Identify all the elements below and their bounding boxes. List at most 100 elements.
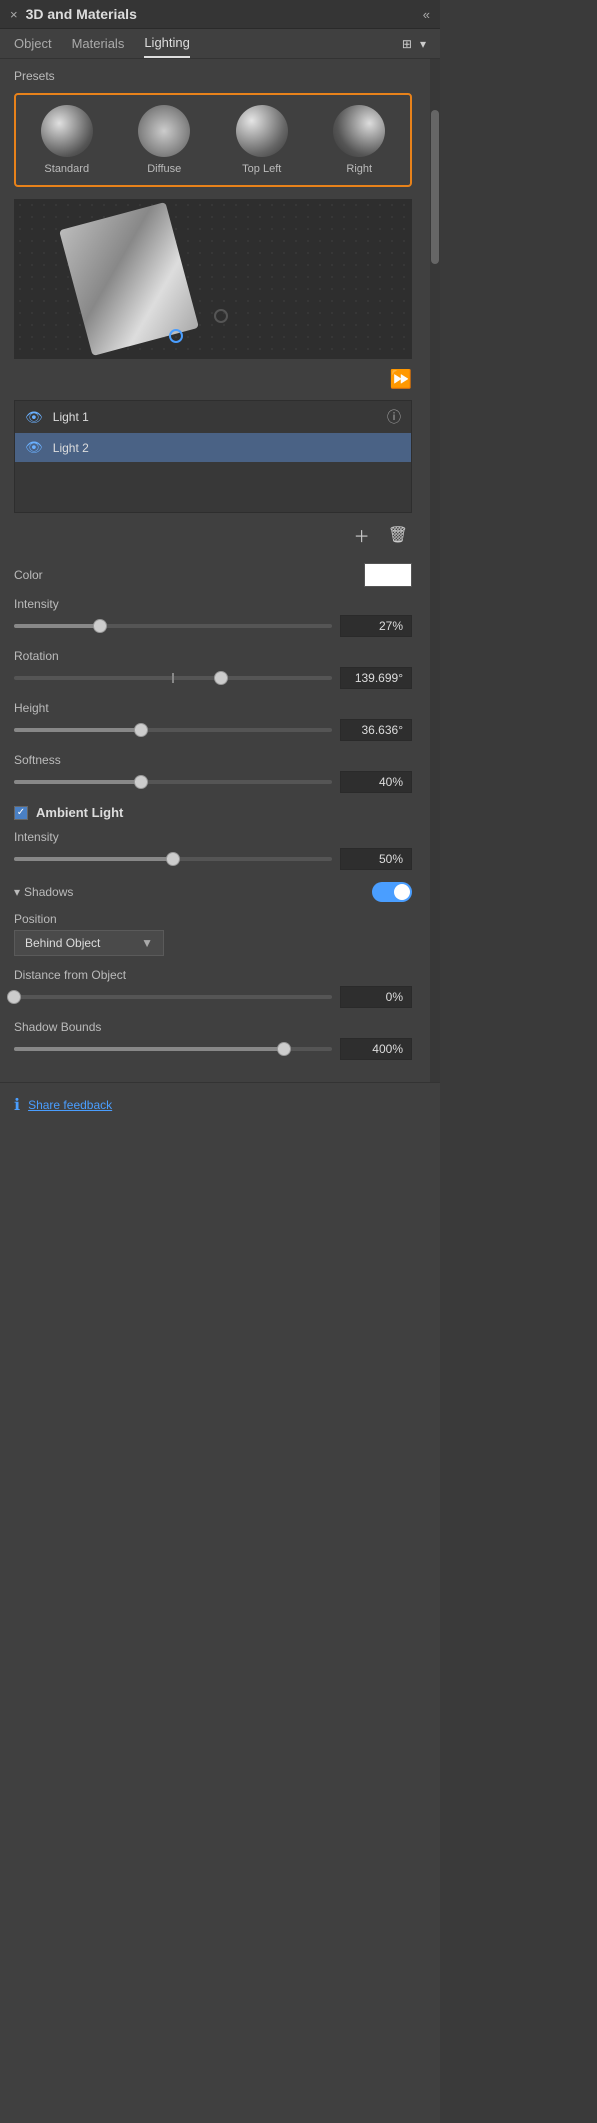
height-track[interactable] bbox=[14, 728, 332, 732]
checkbox-check-icon: ✓ bbox=[17, 807, 25, 818]
distance-value: 0% bbox=[340, 986, 412, 1008]
chevron-icon: ▾ bbox=[14, 885, 20, 899]
shadows-label: ▾ Shadows bbox=[14, 885, 73, 899]
preset-sphere-topleft bbox=[236, 105, 288, 157]
light-handle-blue[interactable] bbox=[169, 329, 183, 343]
ambient-checkbox[interactable]: ✓ bbox=[14, 806, 28, 820]
intensity-slider-row: 27% bbox=[14, 615, 412, 637]
tab-object[interactable]: Object bbox=[14, 36, 52, 57]
shadow-bounds-slider-row: 400% bbox=[14, 1038, 412, 1060]
rotation-thumb[interactable] bbox=[214, 671, 228, 685]
shadow-bounds-fill bbox=[14, 1047, 284, 1051]
intensity-thumb[interactable] bbox=[93, 619, 107, 633]
preset-label-diffuse: Diffuse bbox=[147, 163, 181, 175]
intensity-section: Intensity 27% bbox=[14, 597, 412, 637]
light-row-1[interactable]: 👁 Light 1 ⓘ bbox=[15, 401, 411, 433]
height-slider-row: 36.636° bbox=[14, 719, 412, 741]
toggle-knob bbox=[394, 884, 410, 900]
height-label: Height bbox=[14, 701, 412, 715]
rotation-track[interactable] bbox=[14, 676, 332, 680]
add-light-button[interactable]: ＋ bbox=[350, 521, 374, 549]
collapse-button[interactable]: « bbox=[423, 7, 430, 22]
ambient-intensity-section: Intensity 50% bbox=[14, 830, 412, 870]
tabs-bar: Object Materials Lighting ⊞ ▾ bbox=[0, 29, 440, 59]
distance-section: Distance from Object 0% bbox=[14, 968, 412, 1008]
color-swatch[interactable] bbox=[364, 563, 412, 587]
height-thumb[interactable] bbox=[134, 723, 148, 737]
distance-thumb[interactable] bbox=[7, 990, 21, 1004]
height-value: 36.636° bbox=[340, 719, 412, 741]
info-icon: ℹ bbox=[14, 1095, 20, 1115]
preset-sphere-right bbox=[333, 105, 385, 157]
main-content: Presets Standard Diffuse Top Left Right bbox=[0, 59, 426, 1082]
preset-standard[interactable]: Standard bbox=[41, 105, 93, 175]
light-preview[interactable] bbox=[14, 199, 412, 359]
preset-diffuse[interactable]: Diffuse bbox=[138, 105, 190, 175]
ambient-intensity-track[interactable] bbox=[14, 857, 332, 861]
delete-light-button[interactable]: 🗑 bbox=[384, 521, 412, 549]
ambient-header: ✓ Ambient Light bbox=[14, 805, 412, 820]
softness-label: Softness bbox=[14, 753, 412, 767]
tab-materials[interactable]: Materials bbox=[72, 36, 125, 57]
light-name-1: Light 1 bbox=[53, 410, 377, 424]
height-section: Height 36.636° bbox=[14, 701, 412, 741]
scrollbar-thumb[interactable] bbox=[431, 110, 439, 263]
position-section: Position Behind Object ▼ bbox=[14, 912, 412, 956]
shadows-toggle[interactable] bbox=[372, 882, 412, 902]
preset-label-topleft: Top Left bbox=[242, 163, 281, 175]
rotation-center-mark bbox=[172, 673, 174, 683]
distance-track[interactable] bbox=[14, 995, 332, 999]
close-button[interactable]: × bbox=[10, 7, 18, 22]
chevron-down-icon[interactable]: ▾ bbox=[420, 37, 426, 51]
light-row-2[interactable]: 👁 Light 2 bbox=[15, 433, 411, 462]
softness-track[interactable] bbox=[14, 780, 332, 784]
softness-thumb[interactable] bbox=[134, 775, 148, 789]
position-label: Position bbox=[14, 912, 412, 926]
rotation-value: 139.699° bbox=[340, 667, 412, 689]
ambient-intensity-slider-row: 50% bbox=[14, 848, 412, 870]
rotation-label: Rotation bbox=[14, 649, 412, 663]
shadow-bounds-value: 400% bbox=[340, 1038, 412, 1060]
light-eye-icon-1[interactable]: 👁 bbox=[25, 409, 43, 426]
feedback-row: ℹ Share feedback bbox=[0, 1082, 440, 1127]
dropdown-arrow-icon: ▼ bbox=[141, 936, 153, 950]
intensity-fill bbox=[14, 624, 100, 628]
title-bar-left: × 3D and Materials bbox=[10, 6, 137, 22]
intensity-track[interactable] bbox=[14, 624, 332, 628]
color-row: Color bbox=[14, 563, 412, 587]
presets-label: Presets bbox=[14, 69, 412, 83]
ambient-intensity-label: Intensity bbox=[14, 830, 412, 844]
distance-label: Distance from Object bbox=[14, 968, 412, 982]
light-warning-icon-1: ⓘ bbox=[387, 407, 401, 427]
preset-right[interactable]: Right bbox=[333, 105, 385, 175]
light-list-spacer bbox=[15, 462, 411, 512]
shadow-bounds-thumb[interactable] bbox=[277, 1042, 291, 1056]
shadow-bounds-section: Shadow Bounds 400% bbox=[14, 1020, 412, 1060]
scrollbar[interactable] bbox=[430, 59, 440, 1082]
ambient-intensity-value: 50% bbox=[340, 848, 412, 870]
position-dropdown[interactable]: Behind Object ▼ bbox=[14, 930, 164, 956]
softness-slider-row: 40% bbox=[14, 771, 412, 793]
ambient-label: Ambient Light bbox=[36, 805, 123, 820]
presets-container: Standard Diffuse Top Left Right bbox=[14, 93, 412, 187]
shadow-bounds-label: Shadow Bounds bbox=[14, 1020, 412, 1034]
light-handle-main[interactable] bbox=[214, 309, 228, 323]
preset-sphere-diffuse bbox=[138, 105, 190, 157]
shadow-bounds-track[interactable] bbox=[14, 1047, 332, 1051]
color-label: Color bbox=[14, 568, 94, 582]
distance-slider-row: 0% bbox=[14, 986, 412, 1008]
arrow-row: ⏩ bbox=[14, 369, 412, 390]
shadows-label-text: Shadows bbox=[24, 885, 73, 899]
light-eye-icon-2[interactable]: 👁 bbox=[25, 439, 43, 456]
preset-topleft[interactable]: Top Left bbox=[236, 105, 288, 175]
tab-lighting[interactable]: Lighting bbox=[144, 35, 190, 58]
title-bar: × 3D and Materials « bbox=[0, 0, 440, 29]
light-list: 👁 Light 1 ⓘ 👁 Light 2 bbox=[14, 400, 412, 513]
share-feedback-link[interactable]: Share feedback bbox=[28, 1098, 112, 1112]
position-value: Behind Object bbox=[25, 936, 100, 950]
forward-arrows[interactable]: ⏩ bbox=[390, 369, 412, 390]
grid-icon[interactable]: ⊞ bbox=[402, 37, 412, 51]
panel: × 3D and Materials « Object Materials Li… bbox=[0, 0, 440, 2123]
ambient-intensity-thumb[interactable] bbox=[166, 852, 180, 866]
panel-title: 3D and Materials bbox=[26, 6, 137, 22]
